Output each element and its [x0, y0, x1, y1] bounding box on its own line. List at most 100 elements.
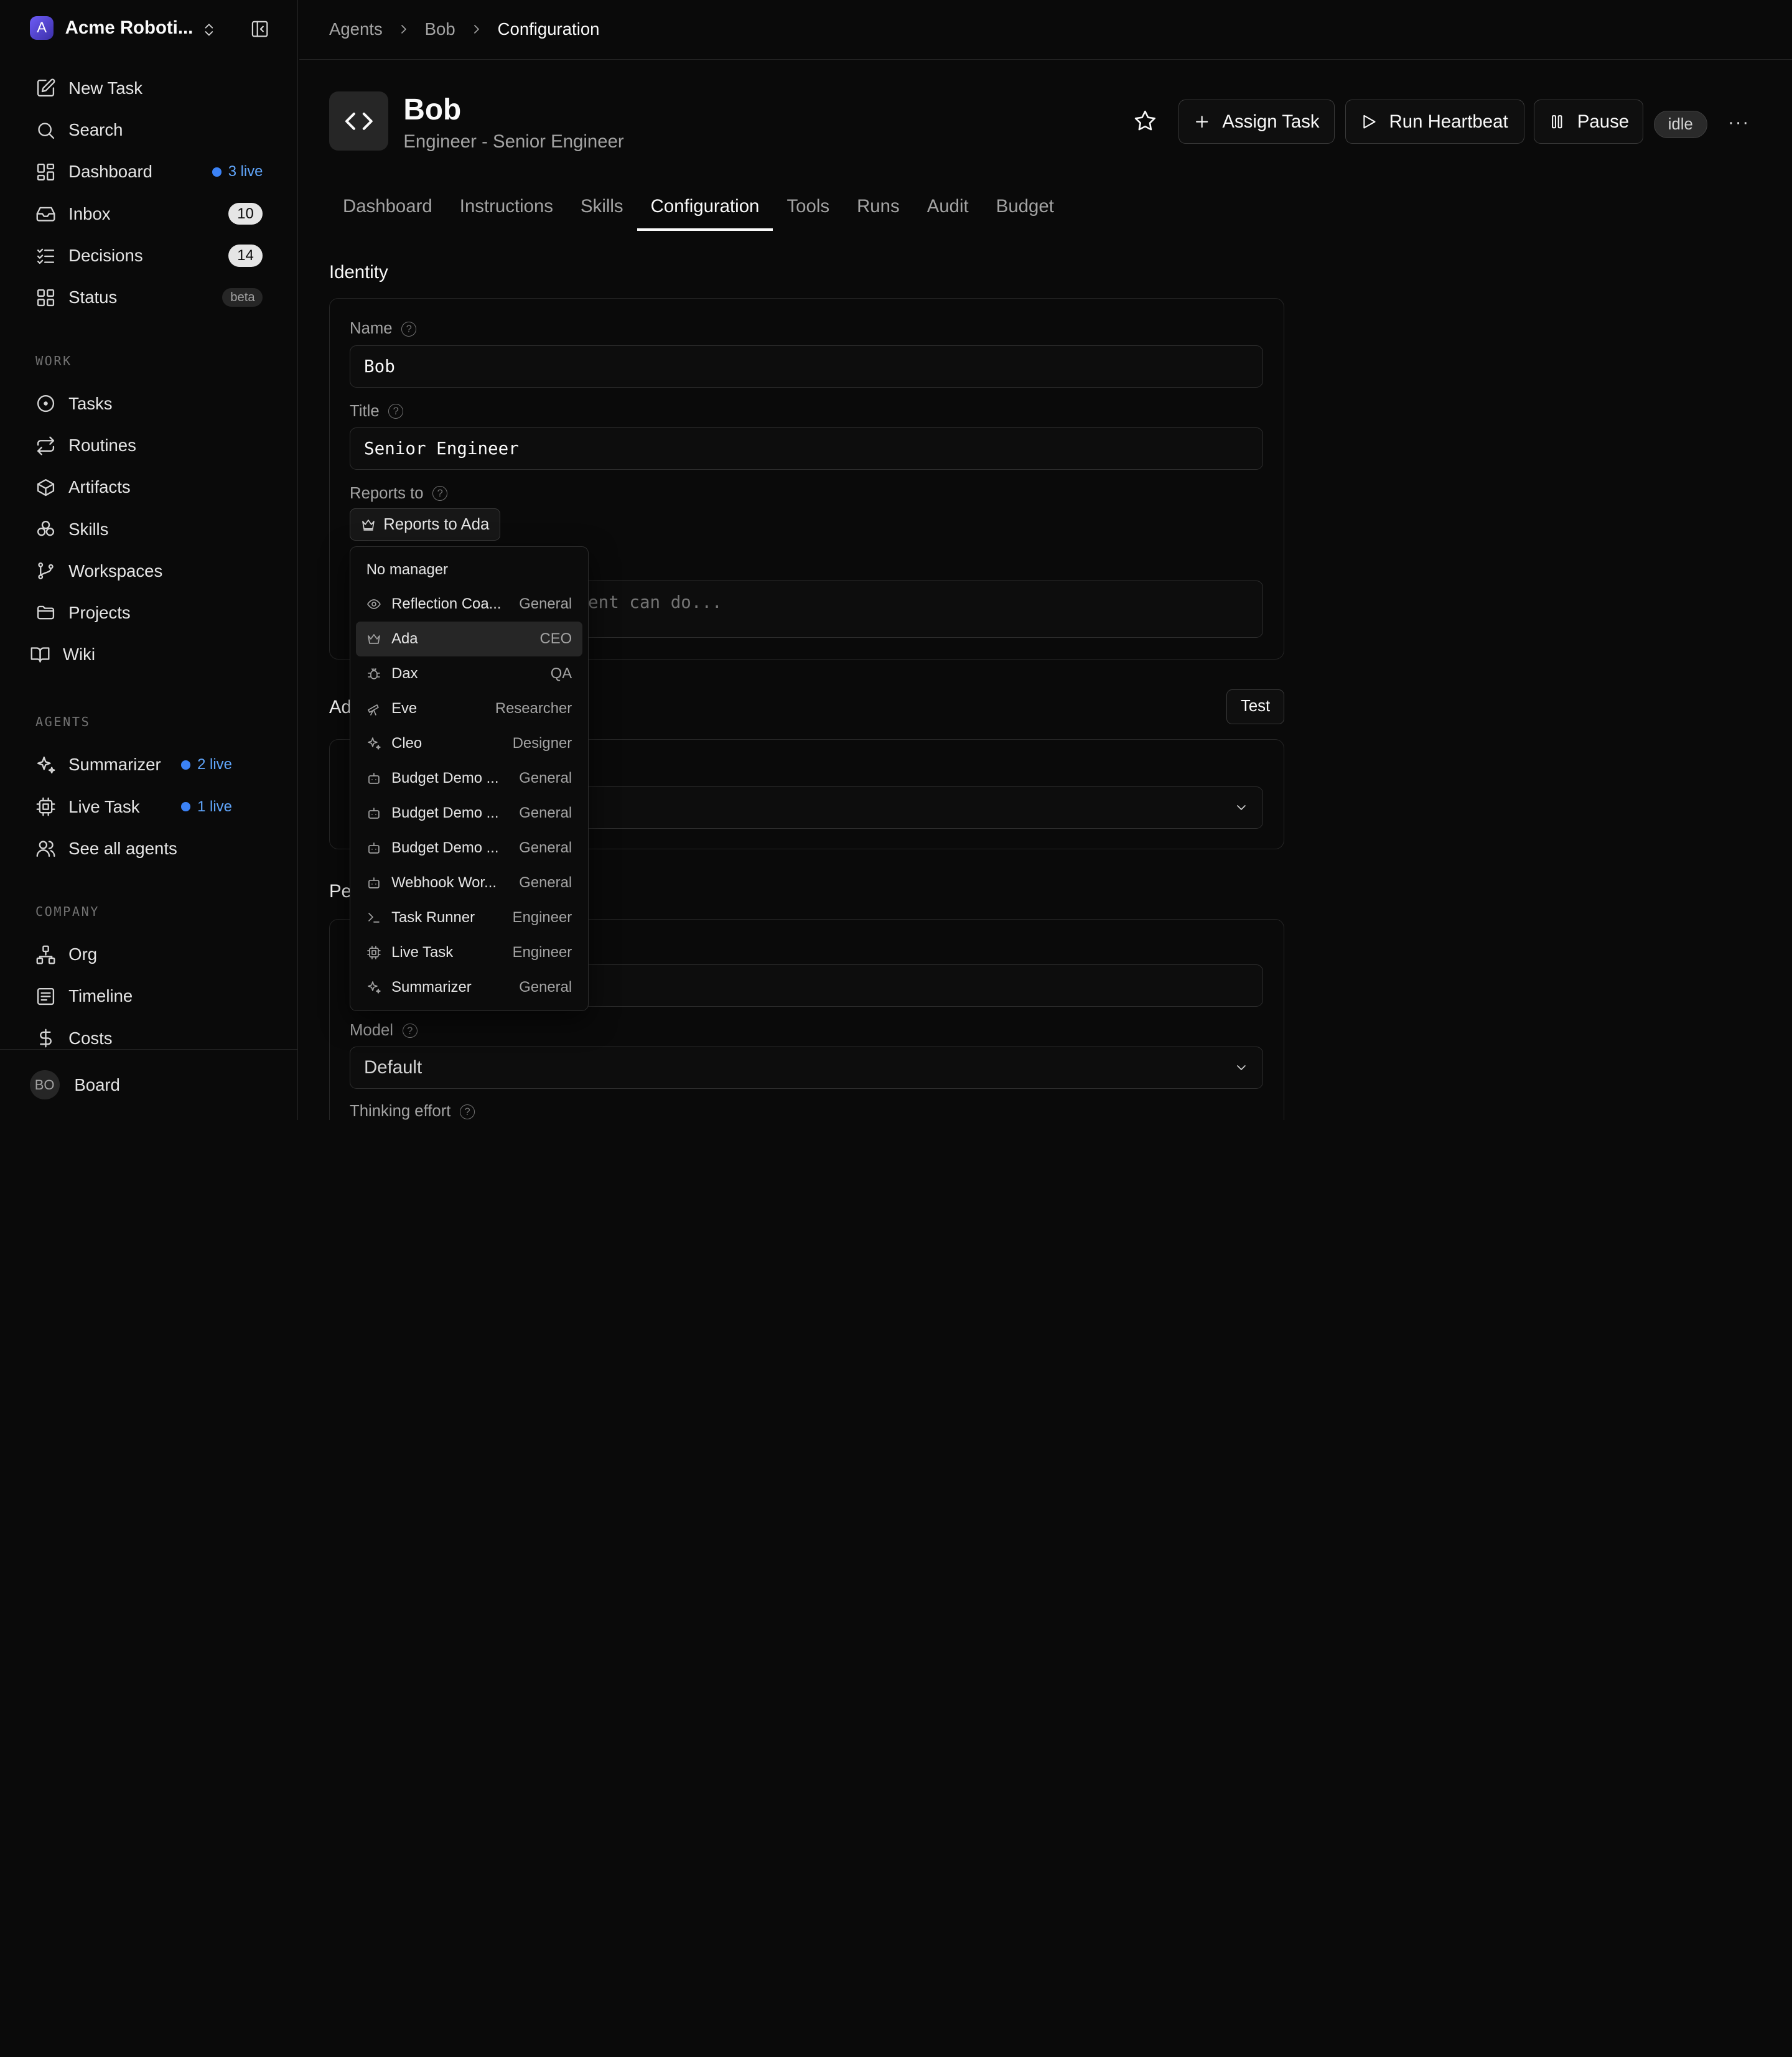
pause-button[interactable]: Pause [1533, 99, 1644, 144]
option-name: Budget Demo ... [391, 805, 499, 822]
agent-avatar [329, 91, 389, 151]
bot-icon [368, 773, 380, 785]
option-role: Engineer [512, 909, 572, 926]
manager-option[interactable]: Dax QA [356, 656, 582, 691]
bot-icon [368, 808, 380, 819]
sidebar-item-skills[interactable]: Skills [25, 508, 274, 550]
plus-icon [1195, 115, 1208, 128]
inbox-icon [36, 207, 55, 222]
live-badge: 2 live [181, 756, 232, 773]
terminal-icon [368, 913, 380, 923]
sidebar-item-routines[interactable]: Routines [25, 425, 274, 467]
chevrons-up-down-icon[interactable] [201, 22, 217, 38]
sidebar-item-inbox[interactable]: Inbox 10 [25, 193, 274, 235]
sidebar-item-search[interactable]: Search [25, 110, 274, 151]
manager-option[interactable]: Budget Demo ... General [356, 831, 582, 865]
bot-icon [368, 877, 380, 889]
manager-option[interactable]: Task Runner Engineer [356, 900, 582, 935]
sidebar-item-see-all-agents[interactable]: See all agents [25, 828, 274, 869]
beta-badge: beta [222, 287, 263, 307]
box-icon [37, 478, 55, 496]
manager-option[interactable]: Reflection Coa... General [356, 587, 582, 622]
search-icon [38, 122, 55, 139]
sidebar-item-dashboard[interactable]: Dashboard 3 live [25, 151, 274, 193]
sidebar-item-timeline[interactable]: Timeline [25, 976, 274, 1017]
name-input[interactable]: Bob [350, 345, 1263, 388]
permissions-section-title: Pe [329, 881, 352, 902]
sparkles-icon [37, 756, 55, 773]
sidebar-item-wiki[interactable]: Wiki [25, 634, 274, 676]
option-name: Cleo [391, 735, 422, 752]
manager-option[interactable]: Cleo Designer [356, 726, 582, 761]
model-select[interactable]: Default [350, 1047, 1263, 1089]
manager-option[interactable]: Budget Demo ... General [356, 761, 582, 796]
sidebar-item-summarizer[interactable]: Summarizer 2 live [25, 744, 274, 786]
sidebar-item-projects[interactable]: Projects [25, 592, 274, 633]
sidebar-item-tasks[interactable]: Tasks [25, 383, 274, 424]
play-icon [1363, 114, 1376, 129]
manager-option-selected[interactable]: Ada CEO [356, 622, 582, 657]
tab-dashboard[interactable]: Dashboard [329, 183, 446, 231]
sidebar-item-status[interactable]: Status beta [25, 276, 274, 318]
sidebar-item-workspaces[interactable]: Workspaces [25, 550, 274, 592]
dollar-icon [40, 1028, 52, 1048]
star-icon[interactable] [1134, 110, 1157, 133]
breadcrumb-agent[interactable]: Bob [425, 19, 455, 39]
manager-option[interactable]: Eve Researcher [356, 691, 582, 726]
more-options-icon[interactable]: ··· [1728, 112, 1750, 133]
help-icon[interactable]: ? [402, 1023, 418, 1038]
assign-task-button[interactable]: Assign Task [1178, 99, 1335, 144]
help-icon[interactable]: ? [388, 404, 404, 419]
help-icon[interactable]: ? [460, 1104, 475, 1119]
help-icon[interactable]: ? [401, 321, 417, 337]
option-role: General [519, 595, 572, 613]
manager-option[interactable]: Budget Demo ... General [356, 796, 582, 831]
sidebar-item-live-task[interactable]: Live Task 1 live [25, 786, 274, 828]
manager-option[interactable]: Webhook Wor... General [356, 865, 582, 900]
sparkles-icon [367, 737, 381, 750]
live-dot [181, 802, 191, 811]
telescope-icon [367, 704, 379, 716]
edit-icon [37, 79, 55, 97]
chevron-down-icon [1236, 1065, 1246, 1071]
list-checks-icon [37, 249, 55, 264]
tab-bar: Dashboard Instructions Skills Configurat… [329, 183, 1068, 231]
sidebar-item-new-task[interactable]: New Task [25, 67, 274, 109]
tab-audit[interactable]: Audit [913, 183, 982, 231]
tab-runs[interactable]: Runs [843, 183, 913, 231]
live-dot [181, 760, 191, 770]
no-manager-option[interactable]: No manager [356, 553, 582, 587]
sidebar-item-label: Skills [68, 519, 109, 539]
tab-configuration[interactable]: Configuration [637, 183, 773, 231]
sidebar-item-org[interactable]: Org [25, 934, 274, 976]
thinking-effort-label-text: Thinking effort [350, 1103, 451, 1120]
option-name: Live Task [391, 944, 454, 961]
help-icon[interactable]: ? [432, 486, 448, 501]
sidebar-item-artifacts[interactable]: Artifacts [25, 467, 274, 508]
option-role: CEO [539, 630, 572, 648]
company-switcher[interactable]: A Acme Roboti... [29, 16, 193, 40]
sidebar-item-label: Dashboard [68, 162, 152, 182]
breadcrumb-agents[interactable]: Agents [329, 19, 383, 39]
tab-budget[interactable]: Budget [982, 183, 1068, 231]
live-dot [212, 167, 222, 177]
pause-icon [1552, 115, 1562, 129]
manager-option[interactable]: Summarizer General [356, 970, 582, 1005]
title-label: Title ? [350, 403, 404, 421]
board-user[interactable]: BO Board [0, 1049, 299, 1120]
tab-instructions[interactable]: Instructions [446, 183, 567, 231]
test-button[interactable]: Test [1226, 689, 1285, 725]
app-root: A Acme Roboti... New Task Search Dashboa… [0, 0, 1792, 1120]
sidebar-item-decisions[interactable]: Decisions 14 [25, 235, 274, 276]
live-count: 2 live [197, 756, 232, 773]
reports-to-button[interactable]: Reports to Ada [350, 508, 500, 541]
title-input[interactable]: Senior Engineer [350, 427, 1263, 470]
option-role: Designer [512, 735, 572, 752]
sidebar-collapse-icon[interactable] [250, 19, 269, 39]
tab-skills[interactable]: Skills [567, 183, 637, 231]
option-role: General [519, 805, 572, 822]
run-heartbeat-button[interactable]: Run Heartbeat [1345, 99, 1525, 144]
tab-tools[interactable]: Tools [773, 183, 843, 231]
manager-option[interactable]: Live Task Engineer [356, 935, 582, 970]
live-badge: 3 live [212, 163, 263, 180]
